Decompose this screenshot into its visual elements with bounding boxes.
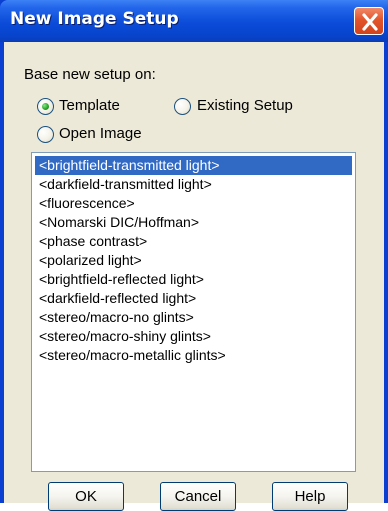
- list-item[interactable]: <stereo/macro-metallic glints>: [35, 346, 352, 365]
- close-button[interactable]: [354, 7, 384, 35]
- base-setup-label: Base new setup on:: [24, 66, 156, 83]
- window-title: New Image Setup: [10, 9, 179, 29]
- list-item[interactable]: <Nomarski DIC/Hoffman>: [35, 213, 352, 232]
- radio-existing-setup-circle[interactable]: [174, 98, 191, 115]
- close-icon: [362, 13, 378, 31]
- radio-template-label[interactable]: Template: [59, 97, 120, 114]
- dialog-window: New Image Setup Base new setup on: Templ…: [0, 0, 388, 511]
- list-item[interactable]: <darkfield-reflected light>: [35, 289, 352, 308]
- title-bar[interactable]: New Image Setup: [0, 0, 388, 42]
- list-item[interactable]: <brightfield-transmitted light>: [35, 156, 352, 175]
- list-item[interactable]: <darkfield-transmitted light>: [35, 175, 352, 194]
- dialog-body: Base new setup on: Template Existing Set…: [4, 42, 384, 511]
- list-item[interactable]: <stereo/macro-shiny glints>: [35, 327, 352, 346]
- radio-template-circle[interactable]: [37, 98, 54, 115]
- radio-existing-setup-label[interactable]: Existing Setup: [197, 97, 293, 114]
- radio-dot-icon: [42, 103, 49, 110]
- list-item[interactable]: <stereo/macro-no glints>: [35, 308, 352, 327]
- radio-open-image-circle[interactable]: [37, 126, 54, 143]
- ok-button[interactable]: OK: [48, 482, 124, 511]
- list-item[interactable]: <phase contrast>: [35, 232, 352, 251]
- list-item[interactable]: <brightfield-reflected light>: [35, 270, 352, 289]
- template-listbox[interactable]: <brightfield-transmitted light> <darkfie…: [31, 152, 356, 472]
- list-item[interactable]: <fluorescence>: [35, 194, 352, 213]
- help-button[interactable]: Help: [272, 482, 348, 511]
- cancel-button[interactable]: Cancel: [160, 482, 236, 511]
- list-item[interactable]: <polarized light>: [35, 251, 352, 270]
- radio-open-image-label[interactable]: Open Image: [59, 125, 142, 142]
